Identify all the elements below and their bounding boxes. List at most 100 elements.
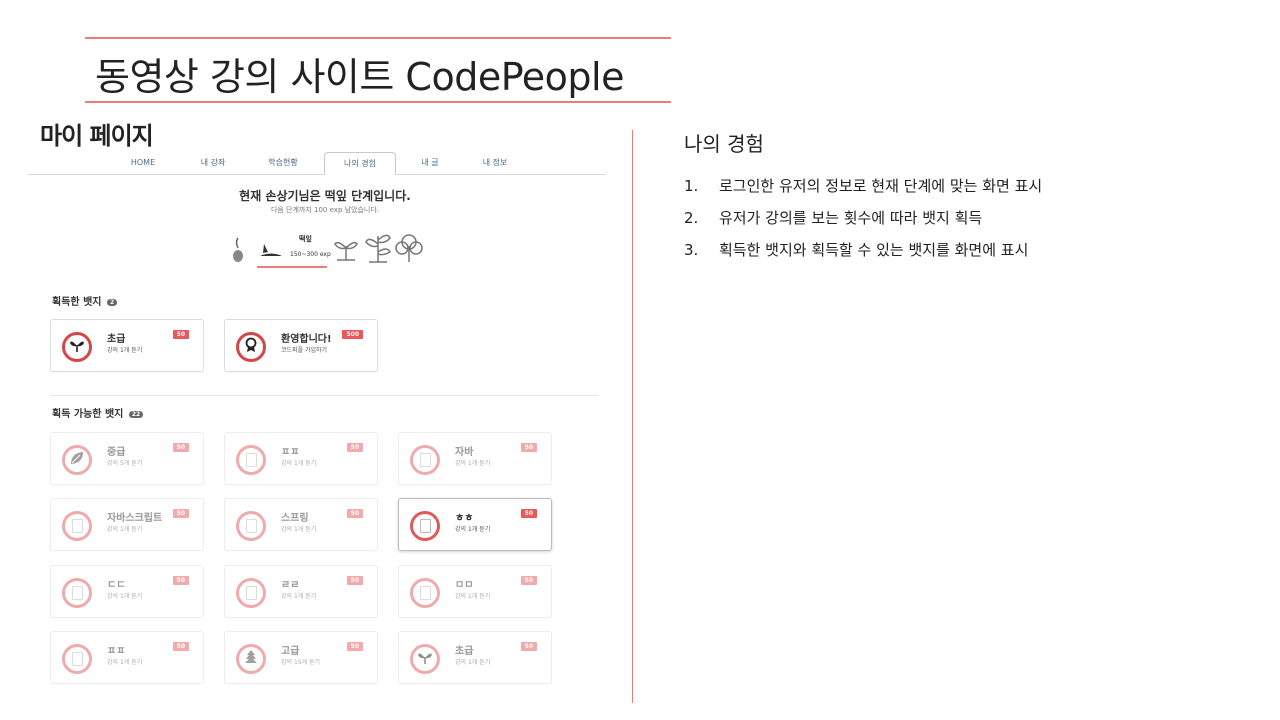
- badge-desc: 강의 1개 듣기: [455, 593, 491, 600]
- badge-card[interactable]: 환영합니다! 코드피플 가입하기 500: [224, 319, 378, 372]
- tree-stage-icon: [395, 232, 423, 268]
- badge-icon-ring: [62, 445, 92, 475]
- badge-desc: 강의 1개 듣기: [281, 460, 317, 467]
- badge-card[interactable]: ㄷㄷ 강의 1개 듣기 50: [50, 565, 204, 618]
- badge-card[interactable]: ㅍㅍ 강의 1개 듣기 50: [224, 432, 378, 485]
- earned-badges-title: 획득한 뱃지 2: [52, 293, 118, 308]
- badge-points: 50: [172, 509, 189, 518]
- badge-icon-ring: [236, 578, 266, 608]
- list-text: 획득한 뱃지와 획득할 수 있는 뱃지를 화면에 표시: [719, 241, 1029, 259]
- badge-card[interactable]: ㅁㅁ 강의 1개 듣기 50: [398, 565, 552, 618]
- badge-card[interactable]: 중급 강의 5개 듣기 50: [50, 432, 204, 485]
- badge-name: ㄷㄷ: [107, 580, 126, 591]
- tab-my-experience[interactable]: 나의 경험: [324, 152, 396, 175]
- badge-name: ㅍㅍ: [281, 447, 300, 458]
- badge-icon-ring: [410, 445, 440, 475]
- list-text: 로그인한 유저의 정보로 현재 단계에 맞는 화면 표시: [719, 177, 1043, 195]
- tab-my-info[interactable]: 내 정보: [465, 152, 525, 174]
- available-badges-title: 획득 가능한 뱃지 22: [52, 405, 144, 420]
- sprout-stage-icon: [333, 236, 359, 266]
- growth-stages: 떡잎 150~300 exp: [225, 230, 435, 270]
- list-item: 3. 획득한 뱃지와 획득할 수 있는 뱃지를 화면에 표시: [684, 239, 1042, 271]
- badge-icon-ring: [62, 332, 92, 362]
- badge-desc: 코드피플 가입하기: [281, 347, 328, 354]
- badge-icon-ring: [410, 644, 440, 674]
- badge-card[interactable]: 자바스크립트 강의 1개 듣기 50: [50, 498, 204, 551]
- badge-desc: 강의 1개 듣기: [281, 526, 317, 533]
- tab-learning-status[interactable]: 학습현황: [253, 152, 313, 174]
- badge-card[interactable]: ㅎㅎ 강의 1개 듣기 50: [398, 498, 552, 551]
- badge-name: 환영합니다!: [281, 334, 332, 345]
- young-plant-icon: [363, 230, 393, 268]
- badge-icon-ring: [62, 511, 92, 541]
- title-top-line: [85, 37, 671, 39]
- current-stage-underline: [257, 266, 327, 268]
- badge-points: 50: [172, 330, 189, 339]
- badge-name: 초급: [455, 646, 474, 657]
- list-number: 1.: [684, 177, 699, 195]
- badge-name: 자바: [455, 447, 474, 458]
- placeholder-icon: [419, 586, 431, 600]
- badge-name: 스프링: [281, 513, 309, 524]
- placeholder-icon: [245, 453, 257, 467]
- badge-points: 50: [346, 576, 363, 585]
- badge-icon-ring: [62, 644, 92, 674]
- badge-name: 초급: [107, 334, 126, 345]
- badge-desc: 강의 1개 듣기: [107, 526, 143, 533]
- badge-points: 50: [520, 576, 537, 585]
- badge-icon-ring: [236, 332, 266, 362]
- badge-points: 50: [172, 642, 189, 651]
- experience-title: 나의 경험: [684, 132, 764, 156]
- tab-my-posts[interactable]: 내 글: [400, 152, 460, 174]
- medal-icon: [243, 337, 259, 357]
- badge-card[interactable]: ㄹㄹ 강의 1개 듣기 50: [224, 565, 378, 618]
- badge-card[interactable]: 스프링강의 1개 듣기 50: [224, 498, 378, 551]
- list-number: 2.: [684, 209, 699, 227]
- sprout-icon: [417, 649, 433, 669]
- placeholder-icon: [71, 652, 83, 666]
- badge-card[interactable]: 자바 강의 1개 듣기 50: [398, 432, 552, 485]
- list-item: 2. 유저가 강의를 보는 횟수에 따라 뱃지 획득: [684, 207, 1042, 239]
- placeholder-icon: [419, 519, 431, 533]
- badge-points: 50: [346, 509, 363, 518]
- placeholder-icon: [71, 519, 83, 533]
- badge-icon-ring: [410, 511, 440, 541]
- badge-desc: 강의 1개 듣기: [281, 593, 317, 600]
- badge-desc: 강의 1개 듣기: [455, 659, 491, 666]
- current-stage-label: 떡잎: [299, 235, 312, 243]
- tab-my-courses[interactable]: 내 강좌: [183, 152, 243, 174]
- badge-icon-ring: [410, 578, 440, 608]
- badge-desc: 강의 15개 듣기: [281, 659, 321, 666]
- badge-points: 50: [346, 443, 363, 452]
- badge-card[interactable]: 초급 강의 1개 듣기 50: [50, 319, 204, 372]
- leaf-icon: [69, 450, 85, 470]
- badge-icon-ring: [236, 511, 266, 541]
- badge-desc: 강의 5개 듣기: [107, 460, 143, 467]
- badge-points: 50: [520, 642, 537, 651]
- badge-icon-ring: [62, 578, 92, 608]
- badge-card[interactable]: ㅍㅍ 강의 1개 듣기 50: [50, 631, 204, 684]
- badge-points: 50: [172, 443, 189, 452]
- badge-icon-ring: [236, 445, 266, 475]
- badge-name: 고급: [281, 646, 300, 657]
- badge-points: 50: [172, 576, 189, 585]
- available-badges-label: 획득 가능한 뱃지: [52, 409, 124, 420]
- mypage-heading: 마이 페이지: [40, 122, 154, 150]
- badge-desc: 강의 1개 듣기: [455, 526, 491, 533]
- tab-home[interactable]: HOME: [113, 152, 173, 174]
- badge-points: 50: [346, 642, 363, 651]
- badge-points: 500: [342, 330, 363, 339]
- current-stage-range: 150~300 exp: [290, 251, 331, 258]
- earned-count-badge: 2: [106, 299, 118, 306]
- earned-badges-label: 획득한 뱃지: [52, 297, 102, 308]
- badge-card[interactable]: 고급강의 15개 듣기 50: [224, 631, 378, 684]
- seed-icon: [230, 236, 246, 268]
- placeholder-icon: [419, 453, 431, 467]
- sprout-icon: [69, 337, 85, 357]
- level-status-text: 현재 손상기님은 떡잎 단계입니다.: [239, 189, 411, 203]
- tree-icon: [244, 649, 258, 669]
- badge-points: 50: [520, 443, 537, 452]
- experience-list: 1. 로그인한 유저의 정보로 현재 단계에 맞는 화면 표시 2. 유저가 강의를…: [684, 175, 1042, 271]
- placeholder-icon: [71, 586, 83, 600]
- badge-card[interactable]: 초급강의 1개 듣기 50: [398, 631, 552, 684]
